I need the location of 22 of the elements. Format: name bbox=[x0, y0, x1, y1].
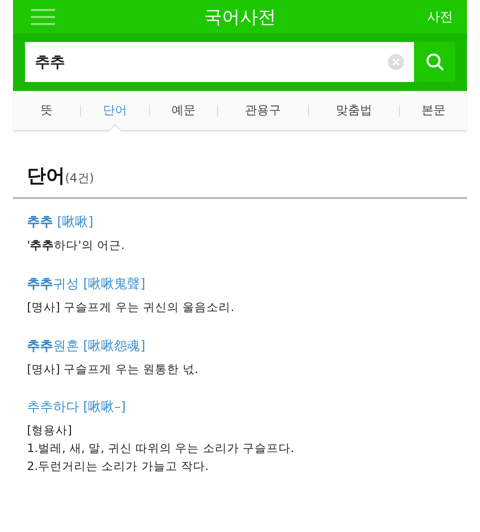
menu-icon[interactable] bbox=[31, 8, 55, 26]
section-title: 단어 bbox=[27, 164, 65, 189]
tab[interactable]: 맞춤법 bbox=[308, 91, 399, 130]
search-field[interactable]: 추추 bbox=[25, 42, 414, 82]
search-button[interactable] bbox=[414, 42, 455, 82]
entry-definition: '추추하다'의 어근. bbox=[27, 237, 126, 254]
search-icon bbox=[426, 53, 444, 71]
entry-definition: 2.두런거리는 소리가 가늘고 작다. bbox=[27, 458, 210, 476]
entry-definition: [형용사] bbox=[27, 422, 73, 440]
entry-definition: [명사] 구슬프게 우는 귀신의 울음소리. bbox=[27, 298, 236, 316]
entry-headword[interactable]: 추추원혼 [啾啾怨魂] bbox=[27, 336, 453, 355]
page-title: 국어사전 bbox=[204, 6, 276, 28]
entry-headword[interactable]: 추추귀성 [啾啾鬼聲] bbox=[27, 274, 453, 293]
entry-headword[interactable]: 추추 [啾啾] bbox=[27, 213, 453, 231]
clear-icon[interactable] bbox=[388, 54, 404, 70]
tab[interactable]: 관용구 bbox=[218, 91, 308, 130]
tab[interactable]: 본문 bbox=[400, 91, 467, 130]
tab[interactable]: 예문 bbox=[150, 91, 218, 130]
entry-definition: 1.벌레, 새, 말, 귀신 따위의 우는 소리가 구슬프다. bbox=[27, 440, 296, 458]
tab[interactable]: 뜻 bbox=[13, 91, 80, 130]
result-count: (4건) bbox=[65, 170, 94, 187]
entry-definition: [명사] 구슬프게 우는 원통한 넋. bbox=[27, 360, 200, 378]
